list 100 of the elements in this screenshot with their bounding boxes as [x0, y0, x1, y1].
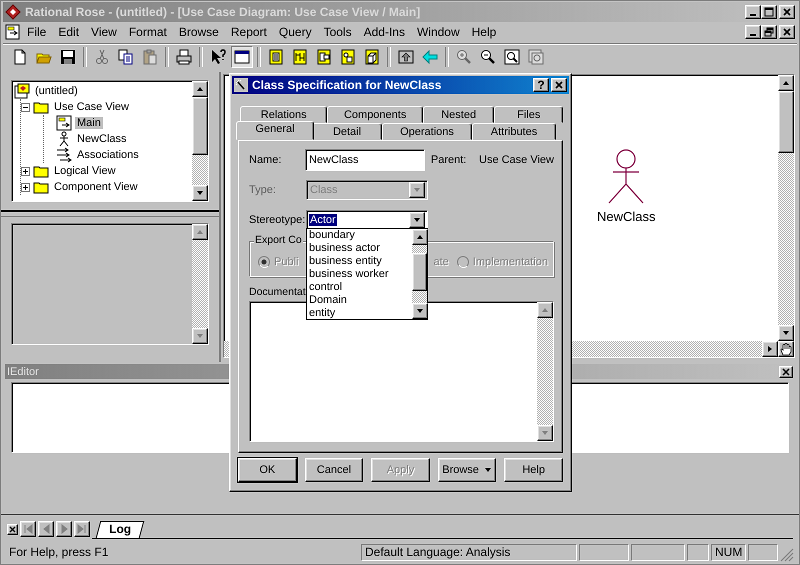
up-arrow-icon: [416, 233, 424, 241]
magnifier-minus-icon: [480, 49, 496, 65]
tab[interactable]: Relations: [240, 106, 328, 123]
tab-navigation-button[interactable]: [20, 521, 36, 537]
tree-item[interactable]: Main: [75, 117, 103, 129]
down-arrow-icon: [413, 186, 421, 194]
list-option[interactable]: entity: [307, 307, 412, 320]
menu-item[interactable]: Browse: [172, 25, 225, 39]
collapse-toggle-icon[interactable]: [21, 102, 30, 112]
menu-item[interactable]: Tools: [318, 25, 358, 39]
tree-item[interactable]: NewClass: [75, 133, 129, 145]
list-option[interactable]: control: [307, 281, 412, 294]
status-pane: [687, 544, 709, 561]
tree-item[interactable]: (untitled): [33, 85, 80, 97]
tree-item[interactable]: Associations: [75, 149, 141, 161]
log-tab[interactable]: Log: [96, 520, 144, 538]
pan-button[interactable]: [778, 341, 794, 357]
tab[interactable]: General: [236, 121, 314, 140]
scroll-arrow-button[interactable]: [778, 75, 794, 91]
list-option[interactable]: business actor: [307, 242, 412, 255]
scrollbar[interactable]: [778, 75, 794, 341]
actor-figure[interactable]: [606, 149, 646, 205]
restore-button[interactable]: [761, 25, 777, 39]
scrollbar-thumb[interactable]: [412, 253, 427, 291]
tab[interactable]: Attributes: [472, 123, 556, 140]
diagram-document-icon[interactable]: [5, 24, 21, 40]
menu-item[interactable]: View: [85, 25, 123, 39]
list-option[interactable]: boundary: [307, 229, 412, 242]
close-icon: [782, 27, 792, 37]
scroll-arrow-button[interactable]: [537, 425, 553, 441]
tree-item[interactable]: Logical View: [52, 165, 118, 177]
scrollbar[interactable]: [192, 81, 208, 201]
scrollbar-thumb[interactable]: [192, 97, 208, 155]
expand-toggle-icon[interactable]: [21, 182, 30, 192]
tab[interactable]: Components: [327, 106, 423, 123]
window-icon: [234, 49, 250, 65]
close-icon: [554, 80, 564, 90]
scrollbar-thumb[interactable]: [778, 91, 794, 153]
help-button[interactable]: ?: [533, 78, 549, 92]
list-option[interactable]: business worker: [307, 268, 412, 281]
close-button[interactable]: [779, 366, 793, 378]
scroll-arrow-button[interactable]: [192, 185, 208, 201]
close-button[interactable]: [551, 78, 567, 92]
scroll-arrow-button[interactable]: [192, 81, 208, 97]
menu-item[interactable]: Edit: [52, 25, 86, 39]
tab[interactable]: Detail: [312, 123, 382, 140]
resize-grip-icon[interactable]: [780, 548, 794, 562]
menu-item[interactable]: Report: [224, 25, 273, 39]
menu-item[interactable]: File: [21, 25, 52, 39]
expand-toggle-icon[interactable]: [21, 166, 30, 176]
frame-magnifier-icon: [504, 49, 520, 65]
minimize-button[interactable]: [745, 5, 761, 19]
menu-item[interactable]: Help: [466, 25, 502, 39]
scroll-arrow-button[interactable]: [762, 341, 778, 357]
name-field[interactable]: NewClass: [304, 149, 425, 171]
scroll-arrow-button[interactable]: [412, 303, 428, 319]
document-boxes-icon: [316, 49, 332, 65]
last-icon: [77, 524, 87, 534]
close-icon: [9, 526, 16, 532]
list-option[interactable]: Domain: [307, 294, 412, 307]
scroll-arrow-button[interactable]: [412, 229, 428, 245]
dialog-button[interactable]: OK: [238, 458, 297, 482]
dialog-button[interactable]: Browse: [438, 458, 496, 482]
scroll-arrow-button[interactable]: [537, 302, 553, 318]
tree-item[interactable]: Use Case View: [52, 101, 131, 113]
clipboard-icon: [142, 49, 158, 65]
arrows-icon: [56, 147, 72, 163]
minimize-button[interactable]: [745, 25, 761, 39]
down-arrow-icon: [541, 429, 549, 437]
menu-item[interactable]: Add-Ins: [358, 25, 411, 39]
tab[interactable]: Operations: [382, 123, 472, 140]
tree-item[interactable]: Component View: [52, 181, 140, 193]
tab-navigation-button[interactable]: [38, 521, 54, 537]
menu-item[interactable]: Format: [122, 25, 173, 39]
close-icon: [782, 7, 792, 17]
pointer-question-icon: [210, 49, 226, 65]
close-button[interactable]: [779, 5, 795, 19]
tab-navigation-button[interactable]: [74, 521, 90, 537]
status-pane: [579, 544, 629, 561]
scroll-arrow-button[interactable]: [778, 325, 794, 341]
printer-icon: [176, 49, 192, 65]
dialog-button[interactable]: Cancel: [304, 458, 364, 482]
list-option[interactable]: business entity: [307, 255, 412, 268]
menu-item[interactable]: Query: [272, 25, 318, 39]
scroll-arrow-button[interactable]: [192, 328, 208, 344]
scrollbar[interactable]: [412, 229, 427, 319]
dialog-button[interactable]: Help: [504, 458, 563, 482]
close-button[interactable]: [7, 524, 18, 534]
toolbar-button[interactable]: [231, 46, 253, 68]
diamond-logo-icon: [5, 4, 21, 20]
menu-item[interactable]: Window: [410, 25, 466, 39]
scroll-arrow-button[interactable]: [192, 224, 208, 240]
page-icon: [12, 49, 28, 65]
close-button[interactable]: [779, 25, 795, 39]
stereotype-dropdown[interactable]: Actor: [306, 210, 428, 230]
splitter-bar[interactable]: [1, 210, 219, 217]
tab-navigation-button[interactable]: [56, 521, 72, 537]
tab[interactable]: Nested: [422, 106, 494, 123]
tab[interactable]: Files: [494, 106, 563, 123]
maximize-button[interactable]: [761, 5, 777, 19]
